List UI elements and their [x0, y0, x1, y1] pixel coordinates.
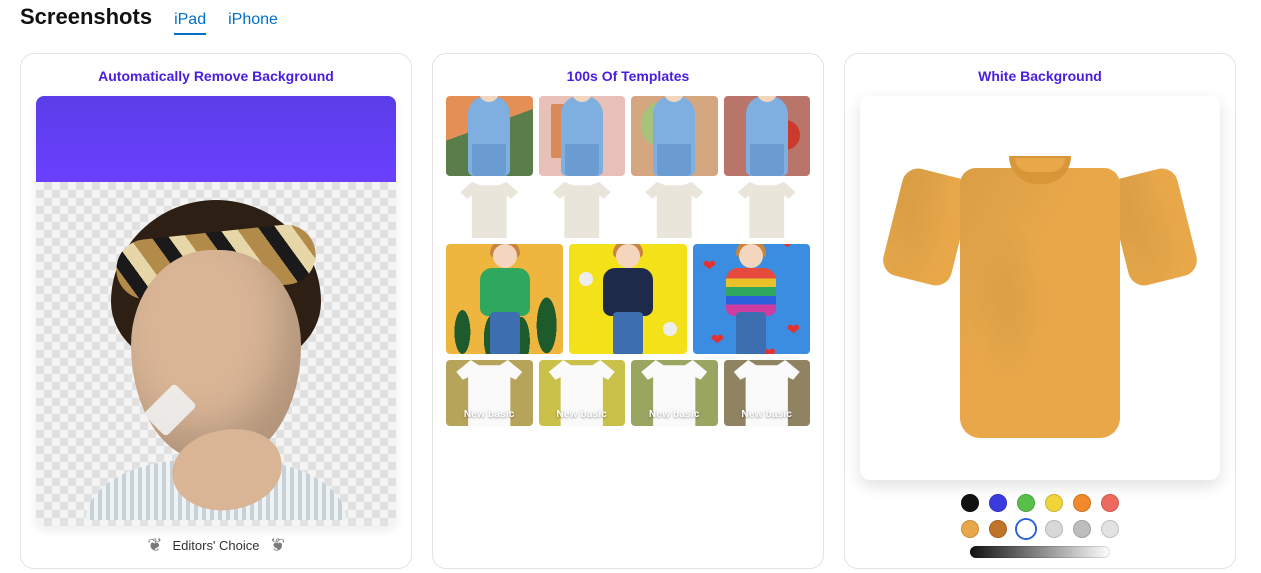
color-swatch[interactable]	[1045, 520, 1063, 538]
template-thumb	[446, 96, 533, 176]
color-swatch[interactable]	[989, 494, 1007, 512]
color-swatch[interactable]	[1017, 494, 1035, 512]
section-title: Screenshots	[20, 4, 152, 30]
template-thumb	[631, 182, 718, 238]
template-thumb	[631, 96, 718, 176]
template-thumb: New basic	[446, 360, 533, 426]
color-swatch[interactable]	[961, 520, 979, 538]
template-thumb	[724, 182, 811, 238]
tab-ipad[interactable]: iPad	[174, 11, 206, 35]
template-caption: New basic	[724, 409, 811, 420]
screenshot-card-white-background[interactable]: White Background	[844, 53, 1236, 569]
template-thumb	[569, 244, 686, 354]
card-title: White Background	[978, 68, 1102, 84]
subject-cutout	[86, 140, 346, 520]
template-thumb	[724, 96, 811, 176]
tab-iphone[interactable]: iPhone	[228, 11, 278, 35]
color-swatch[interactable]	[1101, 494, 1119, 512]
card-title: Automatically Remove Background	[98, 68, 334, 84]
swatch-row-1	[961, 494, 1119, 512]
color-swatches	[961, 494, 1119, 558]
badge-text: Editors' Choice	[172, 538, 259, 553]
color-swatch[interactable]	[961, 494, 979, 512]
card-title: 100s Of Templates	[567, 68, 690, 84]
template-caption: New basic	[539, 409, 626, 420]
product-image-tshirt	[920, 138, 1160, 438]
remove-bg-preview	[36, 96, 396, 526]
template-caption: New basic	[446, 409, 533, 420]
template-thumb: New basic	[724, 360, 811, 426]
template-thumb	[446, 244, 563, 354]
color-swatch[interactable]	[989, 520, 1007, 538]
laurel-left-icon: ❦	[147, 536, 162, 554]
color-swatch[interactable]	[1073, 494, 1091, 512]
template-thumb: New basic	[631, 360, 718, 426]
device-tabs: iPad iPhone	[174, 11, 278, 35]
laurel-right-icon: ❦	[270, 536, 285, 554]
template-thumb	[446, 182, 533, 238]
product-canvas	[860, 96, 1220, 480]
color-swatch[interactable]	[1073, 520, 1091, 538]
screenshot-card-templates[interactable]: 100s Of Templates .tpl-grid { display:no…	[432, 53, 824, 569]
template-thumb: New basic	[539, 360, 626, 426]
template-thumb	[693, 244, 810, 354]
color-swatch[interactable]	[1017, 520, 1035, 538]
color-swatch[interactable]	[1045, 494, 1063, 512]
screenshots-row: Automatically Remove Background ❦ Editor…	[0, 47, 1261, 569]
gradient-swatch[interactable]	[970, 546, 1110, 558]
template-thumb	[539, 182, 626, 238]
template-caption: New basic	[631, 409, 718, 420]
template-thumb	[539, 96, 626, 176]
editors-choice-badge: ❦ Editors' Choice ❦	[147, 536, 284, 554]
screenshot-card-remove-background[interactable]: Automatically Remove Background ❦ Editor…	[20, 53, 412, 569]
color-swatch[interactable]	[1101, 520, 1119, 538]
swatch-row-2	[961, 520, 1119, 538]
templates-grid: New basic New basic New basic New basic	[446, 96, 810, 426]
